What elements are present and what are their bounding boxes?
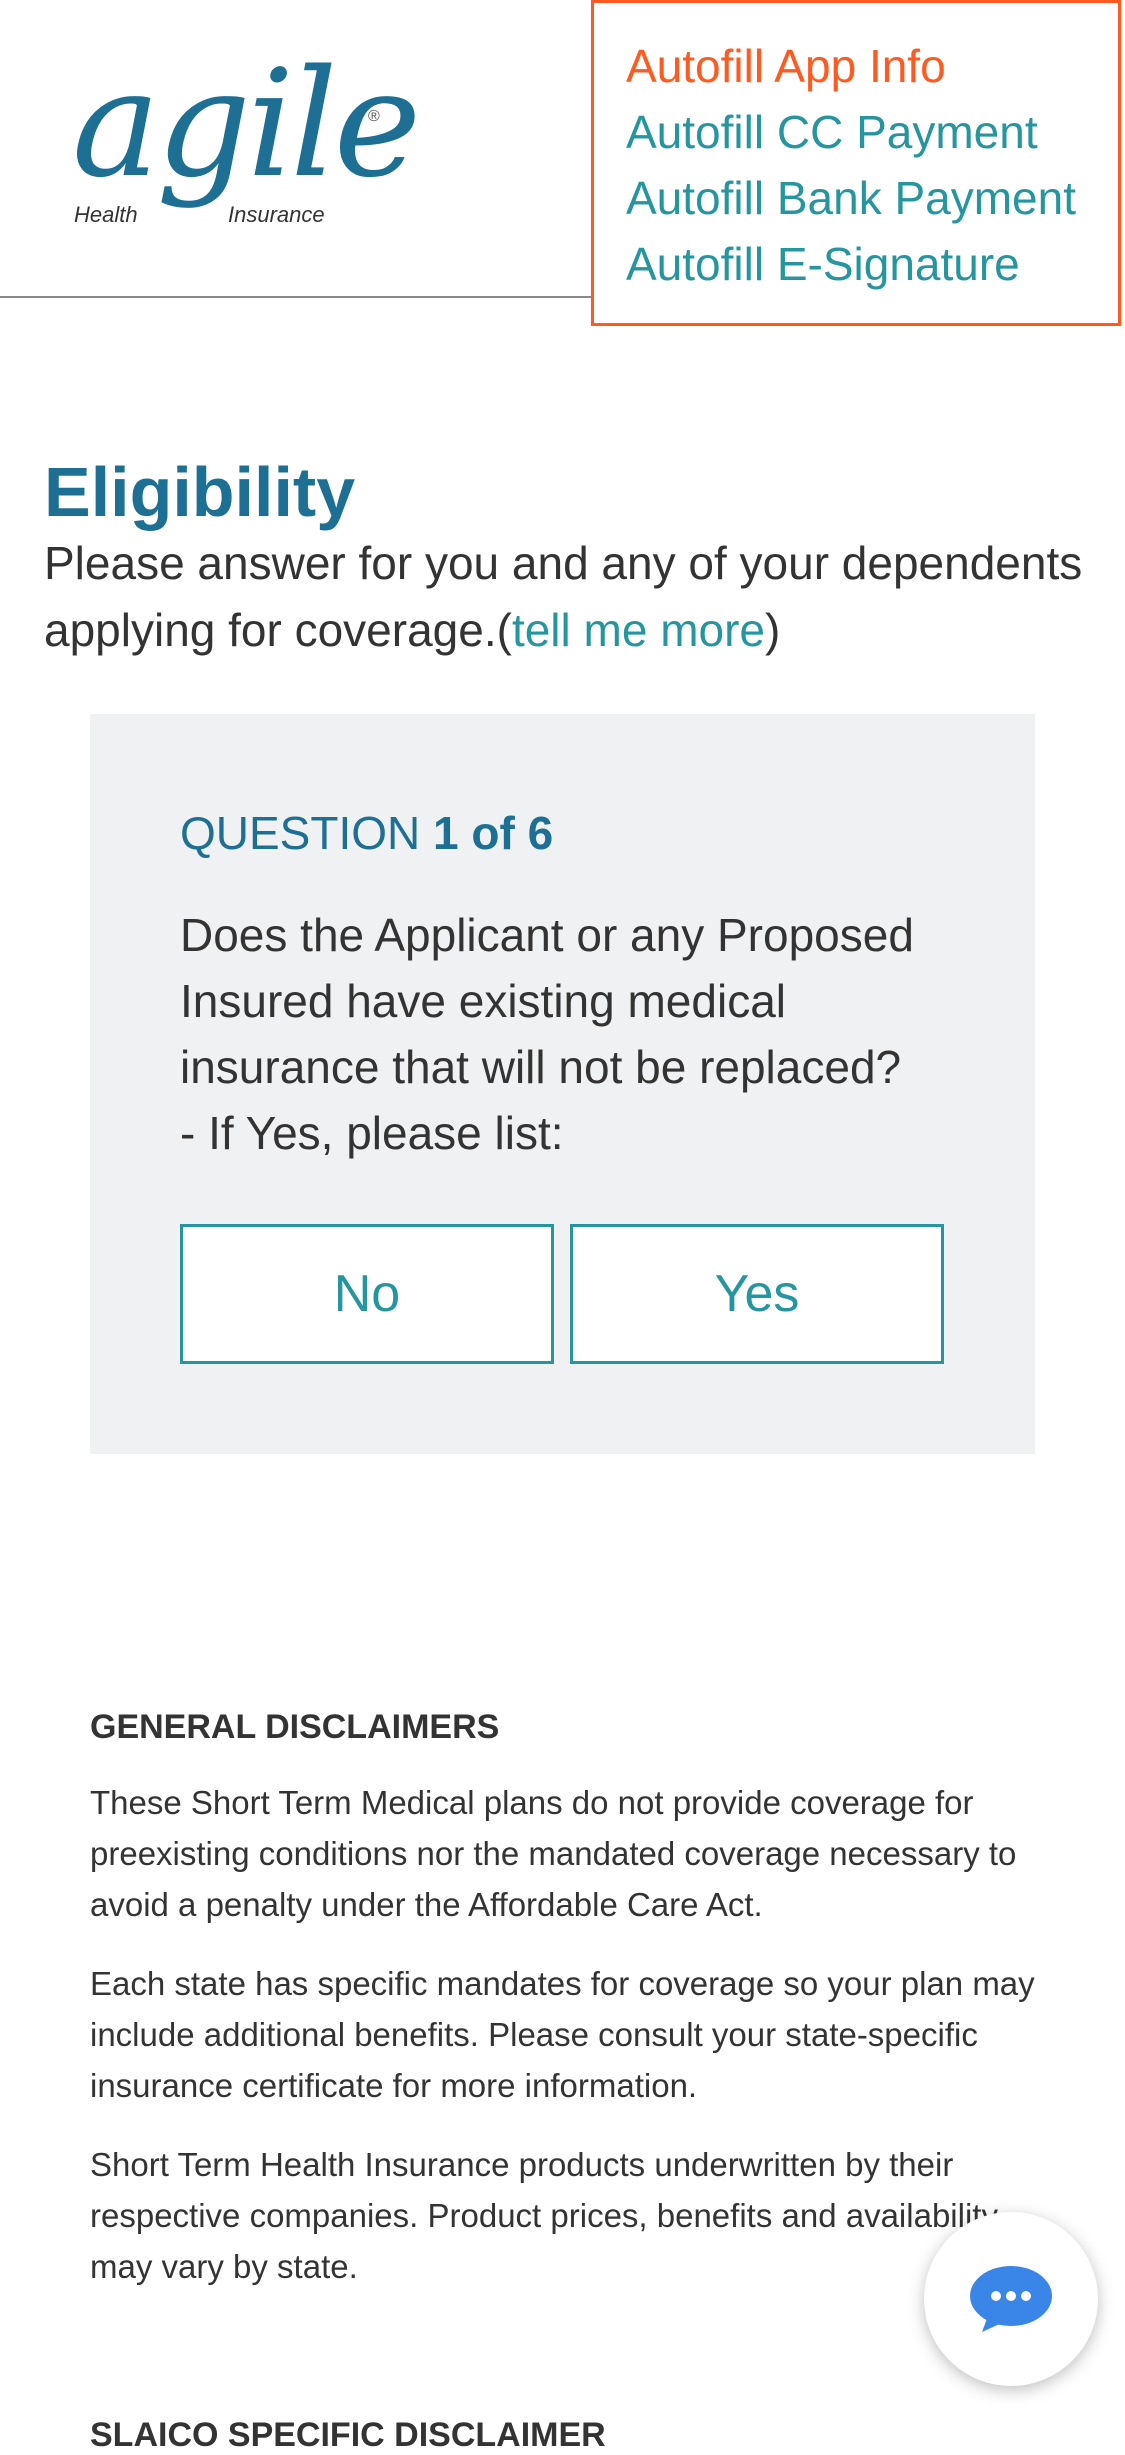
question-text: Does the Applicant or any Proposed Insur… (180, 909, 914, 1159)
logo-wordmark: agile (72, 38, 421, 210)
page-title: Eligibility (44, 453, 356, 531)
intro-text-close: ) (765, 604, 781, 656)
chat-bubble-icon (970, 2266, 1052, 2332)
general-disclaimers: GENERAL DISCLAIMERS These Short Term Med… (90, 1708, 1050, 2320)
autofill-app-info-link[interactable]: Autofill App Info (626, 33, 1118, 99)
logo-subtext-insurance: Insurance (228, 202, 325, 227)
autofill-panel: Autofill App Info Autofill CC Payment Au… (591, 0, 1121, 326)
disclaimers-heading: GENERAL DISCLAIMERS (90, 1708, 500, 1746)
autofill-e-signature-link[interactable]: Autofill E-Signature (626, 231, 1118, 297)
answer-no-button[interactable]: No (180, 1224, 554, 1364)
answer-yes-button[interactable]: Yes (570, 1224, 944, 1364)
question-card: QUESTION 1 of 6 Does the Applicant or an… (90, 714, 1035, 1454)
question-progress: 1 of 6 (433, 807, 554, 859)
intro-text: Please answer for you and any of your de… (44, 530, 1114, 664)
registered-mark: ® (368, 108, 380, 125)
autofill-bank-payment-link[interactable]: Autofill Bank Payment (626, 165, 1118, 231)
site-header: agile ® Health Insurance (0, 0, 592, 298)
disclaimer-paragraph: These Short Term Medical plans do not pr… (90, 1784, 1017, 1923)
chat-button[interactable] (924, 2212, 1098, 2386)
question-counter: QUESTION 1 of 6 (180, 806, 553, 860)
autofill-cc-payment-link[interactable]: Autofill CC Payment (626, 99, 1118, 165)
agile-logo[interactable]: agile ® Health Insurance (72, 50, 421, 234)
disclaimer-paragraph: Short Term Health Insurance products und… (90, 2146, 998, 2285)
logo-subtext-health: Health (74, 202, 138, 227)
question-label: QUESTION (180, 807, 421, 859)
disclaimer-paragraph: Each state has specific mandates for cov… (90, 1965, 1035, 2104)
tell-me-more-link[interactable]: tell me more (512, 604, 765, 656)
